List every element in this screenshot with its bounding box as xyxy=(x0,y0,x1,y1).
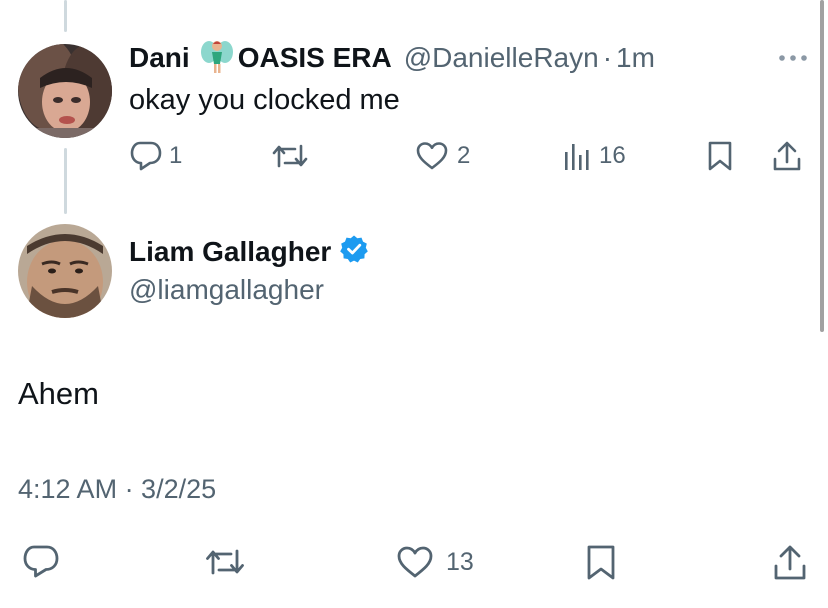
retweet-icon xyxy=(271,140,309,172)
bookmark-button-main[interactable] xyxy=(586,544,616,582)
main-tweet-text: Ahem xyxy=(18,376,99,411)
verified-badge-icon xyxy=(339,234,369,269)
retweet-button[interactable] xyxy=(271,140,309,172)
main-action-bar: 13 xyxy=(18,544,818,584)
analytics-icon xyxy=(563,140,591,172)
thread-line-bottom xyxy=(64,148,67,214)
handle[interactable]: @DanielleRayn xyxy=(404,42,599,74)
handle-main[interactable]: @liamgallagher xyxy=(129,274,324,306)
timestamp[interactable]: 4:12 AM · 3/2/25 xyxy=(18,474,216,505)
reply-button-main[interactable] xyxy=(22,544,60,580)
views-button[interactable]: 16 xyxy=(563,140,626,172)
views-count: 16 xyxy=(599,142,626,169)
like-count: 2 xyxy=(457,142,471,169)
thread-line-top xyxy=(64,0,67,32)
heart-icon xyxy=(415,140,449,172)
display-name[interactable]: Dani xyxy=(129,42,190,74)
more-options-icon[interactable] xyxy=(778,50,808,66)
fairy-emoji-icon xyxy=(200,38,234,79)
avatar[interactable] xyxy=(18,44,112,138)
bookmark-icon xyxy=(707,140,733,172)
tweet-text: okay you clocked me xyxy=(129,84,400,116)
retweet-icon xyxy=(204,544,246,580)
scrollbar[interactable] xyxy=(820,0,824,332)
reply-header: Dani OASIS ERA @DanielleRayn · 1m xyxy=(129,40,655,76)
display-name-main[interactable]: Liam Gallagher xyxy=(129,236,331,268)
main-header: Liam Gallagher xyxy=(129,234,369,269)
like-count-main: 13 xyxy=(446,547,474,576)
bookmark-button[interactable] xyxy=(707,140,733,172)
avatar-main[interactable] xyxy=(18,224,112,318)
reply-count: 1 xyxy=(169,142,183,169)
separator: · xyxy=(602,42,613,73)
bookmark-icon xyxy=(586,544,616,582)
share-icon xyxy=(771,140,803,172)
reply-button[interactable]: 1 xyxy=(129,140,182,172)
reply-action-bar: 1 2 16 xyxy=(129,140,809,174)
share-button[interactable] xyxy=(771,140,803,172)
time-ago[interactable]: 1m xyxy=(616,42,655,74)
retweet-button-main[interactable] xyxy=(204,544,246,580)
like-button[interactable]: 2 xyxy=(415,140,470,172)
reply-icon xyxy=(22,544,60,580)
reply-icon xyxy=(129,140,163,172)
share-button-main[interactable] xyxy=(772,544,808,582)
heart-icon xyxy=(396,544,434,580)
like-button-main[interactable]: 13 xyxy=(396,544,474,580)
display-name-suffix[interactable]: OASIS ERA xyxy=(238,42,392,74)
share-icon xyxy=(772,544,808,582)
